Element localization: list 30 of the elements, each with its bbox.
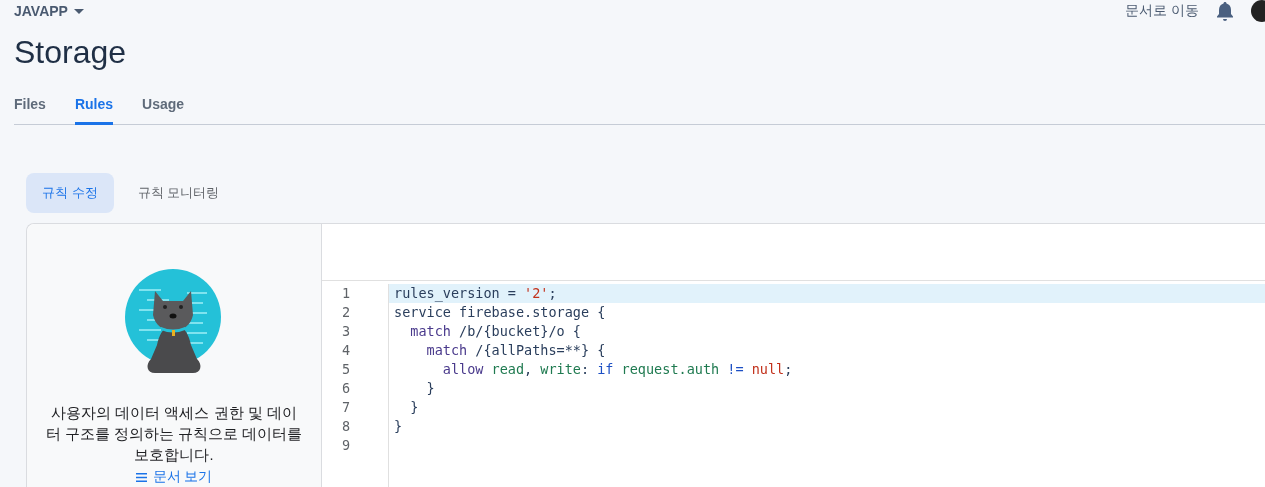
code-line: service firebase.storage {: [394, 304, 606, 320]
code-line: }: [394, 418, 403, 434]
line-number: 1: [341, 284, 352, 303]
project-selector[interactable]: JAVAPP: [14, 3, 84, 19]
line-number: 8: [341, 417, 352, 436]
caret-icon: [73, 8, 84, 14]
sub-tab[interactable]: 규칙 모니터링: [121, 173, 236, 213]
line-number: 7: [341, 398, 352, 417]
code-line: match /b/{bucket}/o {: [409, 323, 581, 339]
tab[interactable]: Files: [14, 88, 46, 125]
docs-link[interactable]: 문서 보기: [135, 468, 213, 486]
sub-tab[interactable]: 규칙 수정: [26, 173, 114, 213]
code-line: allow read, write: if request.auth != null;: [441, 361, 793, 377]
line-number: 4: [341, 341, 352, 360]
list-icon: [135, 472, 147, 482]
description-text: 사용자의 데이터 액세스 권한 및 데이터 구조를 정의하는 규칙으로 데이터를 보호합니다.: [45, 404, 303, 465]
code-line: }: [425, 380, 435, 396]
line-number: 6: [341, 379, 352, 398]
code-line: }: [409, 399, 419, 415]
line-number: 3: [341, 322, 352, 341]
page-title: Storage: [14, 34, 128, 72]
code-line: match /{allPaths=**} {: [425, 342, 606, 358]
tab[interactable]: Usage: [142, 88, 185, 125]
tab[interactable]: Rules: [74, 88, 114, 125]
line-number: 9: [341, 436, 352, 455]
code-line: rules_version = '2';: [394, 285, 557, 301]
bell-icon[interactable]: [1217, 1, 1233, 21]
line-number: 2: [341, 303, 352, 322]
docs-link[interactable]: 문서로 이동: [1125, 2, 1199, 20]
line-number: 5: [341, 360, 352, 379]
